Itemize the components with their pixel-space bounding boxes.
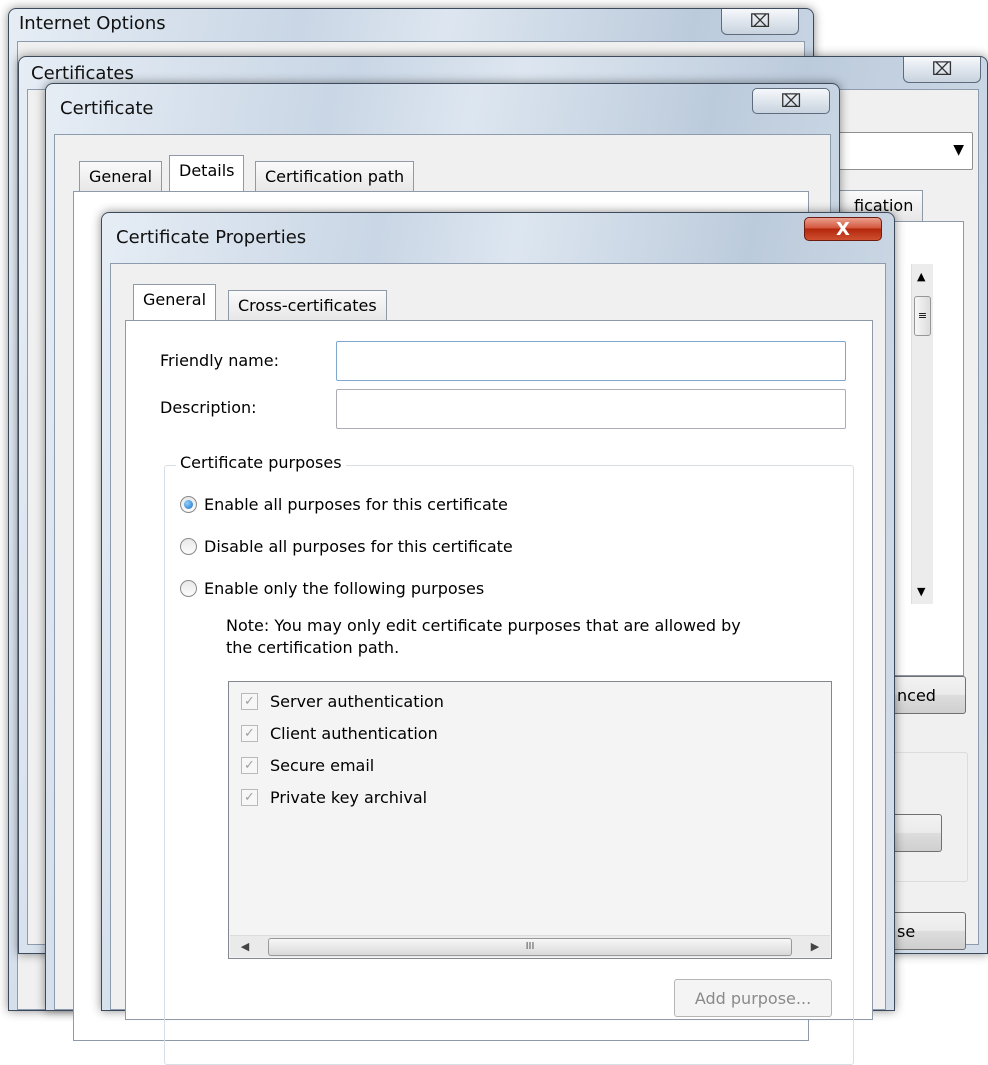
close-icon: X xyxy=(836,218,850,240)
certificate-properties-close-button[interactable]: X xyxy=(804,217,882,241)
certificate-purposes-legend: Certificate purposes xyxy=(176,453,346,472)
general-tab-panel: Friendly name: Description: Certificate … xyxy=(125,320,873,1065)
tab-general-label: General xyxy=(89,167,153,186)
scroll-thumb[interactable]: III xyxy=(268,938,792,956)
close-icon: ⌧ xyxy=(931,59,953,80)
purpose-label: Secure email xyxy=(270,755,375,775)
tab-general-label: General xyxy=(143,290,207,309)
internet-options-title: Internet Options xyxy=(19,13,166,34)
purpose-label: Private key archival xyxy=(270,787,428,807)
scroll-down-icon: ▼ xyxy=(917,585,926,598)
tab-general[interactable]: General xyxy=(79,161,163,193)
description-input[interactable] xyxy=(336,389,846,429)
radio-button xyxy=(180,579,197,597)
certificate-title: Certificate xyxy=(60,98,154,119)
scroll-grip-icon: III xyxy=(525,941,535,952)
checkbox-checked-disabled: ✓ xyxy=(241,724,258,742)
advanced-button[interactable]: nced xyxy=(888,676,966,714)
list-item[interactable]: ✓ Client authentication xyxy=(241,719,438,747)
radio-button-selected xyxy=(180,495,197,513)
close-icon: ⌧ xyxy=(749,11,771,32)
close-icon: ⌧ xyxy=(780,90,802,112)
list-item[interactable]: ✓ Secure email xyxy=(241,751,374,779)
tab-cross-certificates[interactable]: Cross-certificates xyxy=(228,290,387,322)
radio-enable-only-label: Enable only the following purposes xyxy=(204,578,485,598)
add-purpose-button[interactable]: Add purpose... xyxy=(674,979,832,1017)
close-button[interactable]: se xyxy=(888,912,966,950)
scroll-left-icon[interactable]: ◀ xyxy=(234,936,256,957)
description-label: Description: xyxy=(160,398,257,417)
tab-general[interactable]: General xyxy=(133,284,217,320)
close-button-label: se xyxy=(897,921,916,941)
certificate-properties-body: General Cross-certificates Friendly name… xyxy=(110,263,886,1065)
radio-disable-all[interactable]: Disable all purposes for this certificat… xyxy=(180,533,513,559)
intended-purpose-dropdown[interactable]: ▼ xyxy=(828,132,973,170)
radio-disable-all-label: Disable all purposes for this certificat… xyxy=(204,536,513,556)
list-item[interactable]: ✓ Private key archival xyxy=(241,783,427,811)
scroll-up-icon: ▲ xyxy=(917,270,926,283)
certificate-properties-title: Certificate Properties xyxy=(116,227,307,248)
certificates-list-scrollbar[interactable]: ▲ ≡ ▼ xyxy=(911,264,933,604)
checkbox-checked-disabled: ✓ xyxy=(241,756,258,774)
purposes-horizontal-scrollbar[interactable]: ◀ III ▶ xyxy=(230,935,830,957)
add-purpose-button-label: Add purpose... xyxy=(694,988,812,1008)
checkbox-checked-disabled: ✓ xyxy=(241,788,258,806)
certificate-properties-window: Certificate Properties X General Cross-c… xyxy=(101,212,895,1065)
radio-enable-only[interactable]: Enable only the following purposes xyxy=(180,575,484,601)
chevron-down-icon: ▼ xyxy=(953,142,964,158)
purposes-note-line-1: Note: You may only edit certificate purp… xyxy=(226,616,741,635)
certificate-close-button[interactable]: ⌧ xyxy=(752,88,830,114)
friendly-name-input[interactable] xyxy=(336,341,846,381)
internet-options-close-button[interactable]: ⌧ xyxy=(721,9,799,35)
purpose-label: Server authentication xyxy=(270,691,444,711)
friendly-name-label: Friendly name: xyxy=(160,351,279,370)
advanced-button-label: nced xyxy=(897,685,936,705)
view-button[interactable] xyxy=(888,814,942,852)
tab-details[interactable]: Details xyxy=(169,155,245,191)
purposes-note: Note: You may only edit certificate purp… xyxy=(226,615,741,659)
radio-button xyxy=(180,537,197,555)
purpose-label: Client authentication xyxy=(270,723,438,743)
tab-certification-path[interactable]: Certification path xyxy=(255,161,415,193)
radio-enable-all-label: Enable all purposes for this certificate xyxy=(204,494,508,514)
tab-certification-path-label: Certification path xyxy=(265,167,405,186)
list-item[interactable]: ✓ Server authentication xyxy=(241,687,444,715)
scroll-thumb[interactable]: ≡ xyxy=(914,296,931,336)
scroll-right-icon[interactable]: ▶ xyxy=(804,936,826,957)
radio-enable-all[interactable]: Enable all purposes for this certificate xyxy=(180,491,508,517)
tab-cross-certificates-label: Cross-certificates xyxy=(238,296,377,315)
purposes-listbox[interactable]: ✓ Server authentication ✓ Client authent… xyxy=(228,681,832,959)
tab-details-label: Details xyxy=(179,161,235,180)
purposes-note-line-2: the certification path. xyxy=(226,638,400,657)
checkbox-checked-disabled: ✓ xyxy=(241,692,258,710)
certificates-close-button[interactable]: ⌧ xyxy=(903,57,981,83)
